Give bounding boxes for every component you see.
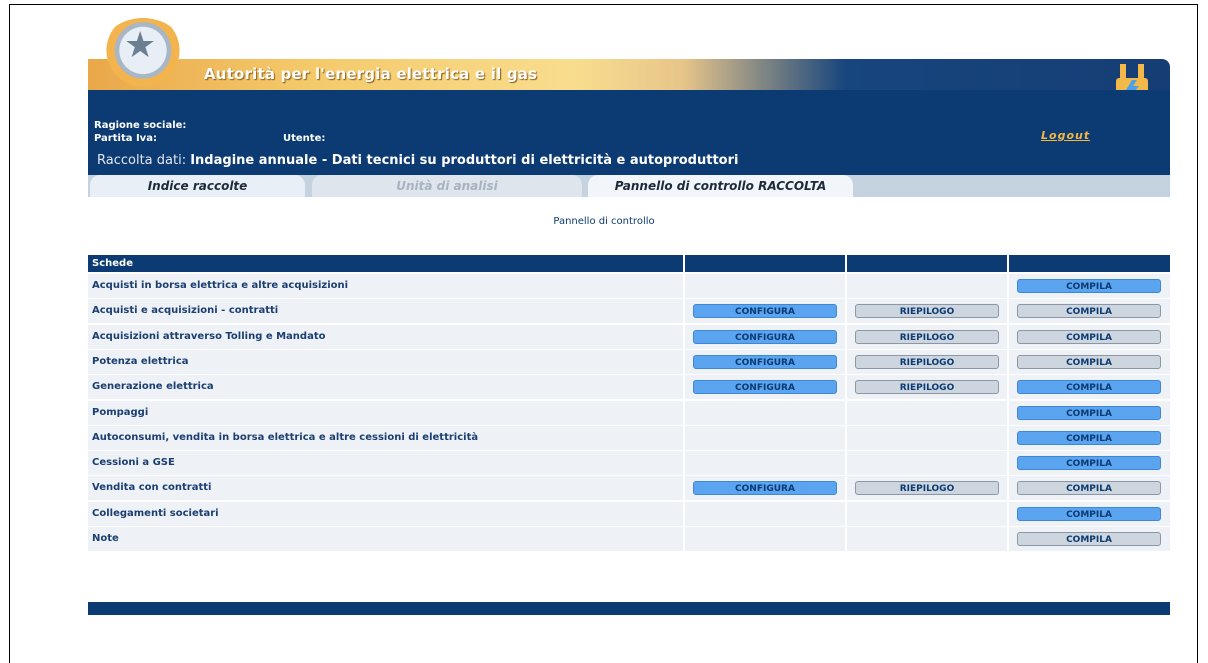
table-row: Acquisti e acquisizioni - contratti CONFI… [88, 299, 1170, 324]
scheda-label: Potenza elettrica [88, 349, 683, 374]
tab-indice-raccolte[interactable]: Indice raccolte [90, 175, 305, 197]
configura-button[interactable]: CONFIGURA [693, 354, 837, 369]
table-row: Potenza elettrica CONFIGURA RIEPILOGO COMPI… [88, 349, 1170, 374]
scheda-label: Vendita con contratti [88, 476, 683, 501]
compila-button[interactable]: COMPILA [1017, 304, 1161, 319]
scheda-label: Note [88, 527, 683, 551]
header-schede: Schede [88, 255, 683, 272]
tab-pannello-di-controllo[interactable]: Pannello di controllo RACCOLTA [588, 175, 853, 197]
riepilogo-button[interactable]: RIEPILOGO [855, 354, 999, 369]
table-row: Pompaggi COMPILA [88, 400, 1170, 425]
compila-button[interactable]: COMPILA [1017, 405, 1161, 420]
riepilogo-button[interactable]: RIEPILOGO [855, 329, 999, 344]
panel-title: Pannello di controllo [553, 216, 655, 227]
banner-title: Autorità per l'energia elettrica e il ga… [204, 65, 538, 83]
table-row: Autoconsumi, vendita in borsa elettrica … [88, 425, 1170, 450]
logout-link[interactable]: Logout [1041, 129, 1090, 142]
table-row: Vendita con contratti CONFIGURA RIEPILOGO C… [88, 476, 1170, 501]
riepilogo-button[interactable]: RIEPILOGO [855, 481, 999, 496]
compila-button[interactable]: COMPILA [1017, 430, 1161, 445]
configura-button[interactable]: CONFIGURA [693, 329, 837, 344]
star-emblem-icon: ★ [124, 25, 157, 66]
compila-button[interactable]: COMPILA [1017, 456, 1161, 471]
raccolta-line: Raccolta dati: Indagine annuale - Dati t… [97, 153, 738, 168]
scheda-label: Acquisizioni attraverso Tolling e Mandat… [88, 324, 683, 349]
compila-button[interactable]: COMPILA [1017, 506, 1161, 521]
scheda-label: Autoconsumi, vendita in borsa elettrica … [88, 425, 683, 450]
table-row: Acquisizioni attraverso Tolling e Mandat… [88, 324, 1170, 349]
scheda-label: Collegamenti societari [88, 501, 683, 526]
table-row: Note COMPILA [88, 527, 1170, 551]
raccolta-value: Indagine annuale - Dati tecnici su produ… [190, 153, 739, 168]
compila-button[interactable]: COMPILA [1017, 329, 1161, 344]
banner: ★ Autorità per l'energia elettrica e il … [88, 14, 1170, 115]
footer-bar [88, 602, 1170, 615]
scheda-label: Acquisti e acquisizioni - contratti [88, 299, 683, 324]
configura-button[interactable]: CONFIGURA [693, 481, 837, 496]
table-row: Cessioni a GSE COMPILA [88, 451, 1170, 476]
table-header-row: Schede [88, 255, 1170, 272]
partita-iva-label: Partita Iva: [94, 133, 157, 144]
configura-button[interactable]: CONFIGURA [693, 380, 837, 395]
tab-unita-di-analisi: Unità di analisi [312, 175, 582, 197]
compila-button[interactable]: COMPILA [1017, 481, 1161, 496]
riepilogo-button[interactable]: RIEPILOGO [855, 304, 999, 319]
compila-button[interactable]: COMPILA [1017, 354, 1161, 369]
scheda-label: Acquisti in borsa elettrica e altre acqu… [88, 274, 683, 298]
compila-button[interactable]: COMPILA [1017, 380, 1161, 395]
scheda-label: Generazione elettrica [88, 375, 683, 400]
header: Logout Ragione sociale: Partita Iva: Ute… [88, 90, 1170, 175]
compila-button[interactable]: COMPILA [1017, 279, 1161, 293]
table-row: Generazione elettrica CONFIGURA RIEPILOGO C… [88, 375, 1170, 400]
riepilogo-button[interactable]: RIEPILOGO [855, 380, 999, 395]
configura-button[interactable]: CONFIGURA [693, 304, 837, 319]
compila-button[interactable]: COMPILA [1017, 532, 1161, 546]
raccolta-label: Raccolta dati: [97, 153, 187, 168]
tab-bar: Indice raccolte Unità di analisi Pannell… [88, 175, 1170, 197]
utente-label: Utente: [283, 133, 326, 144]
scheda-label: Pompaggi [88, 400, 683, 425]
ragione-sociale-label: Ragione sociale: [94, 120, 187, 131]
table-row: Collegamenti societari COMPILA [88, 501, 1170, 526]
table-row: Acquisti in borsa elettrica e altre acqu… [88, 274, 1170, 298]
scheda-label: Cessioni a GSE [88, 451, 683, 476]
